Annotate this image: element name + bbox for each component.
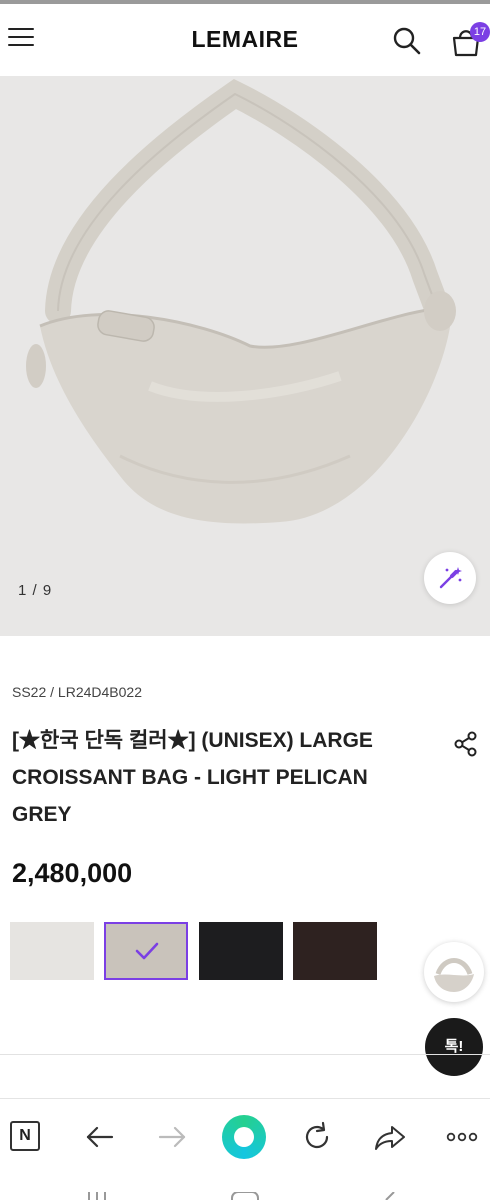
green-home-button[interactable] bbox=[222, 1115, 266, 1159]
system-navigation-bar bbox=[0, 1174, 490, 1200]
color-swatch-1[interactable] bbox=[10, 922, 94, 980]
share-arrow-icon[interactable] bbox=[372, 1119, 408, 1155]
search-icon[interactable] bbox=[392, 26, 422, 56]
color-swatch-4[interactable] bbox=[293, 922, 377, 980]
refresh-icon[interactable] bbox=[299, 1119, 335, 1155]
image-counter: 1 / 9 bbox=[18, 582, 53, 599]
magic-wand-icon bbox=[439, 567, 462, 589]
naver-n-button[interactable]: N bbox=[10, 1121, 40, 1151]
recent-apps-icon[interactable] bbox=[86, 1192, 108, 1200]
color-swatch-3[interactable] bbox=[199, 922, 283, 980]
product-image[interactable] bbox=[0, 76, 490, 636]
product-price: 2,480,000 bbox=[12, 858, 133, 888]
magic-wand-button[interactable] bbox=[424, 552, 476, 604]
back-nav-icon[interactable] bbox=[380, 1192, 400, 1200]
talk-chat-button[interactable]: 톡! bbox=[425, 1018, 483, 1076]
cart-count-badge: 17 bbox=[470, 22, 490, 42]
back-arrow-icon[interactable] bbox=[82, 1119, 118, 1155]
more-options-icon[interactable] bbox=[444, 1119, 480, 1155]
header: LEMAIRE bbox=[0, 4, 490, 76]
forward-arrow-icon[interactable] bbox=[154, 1119, 190, 1155]
floating-product-thumbnail[interactable] bbox=[424, 942, 484, 1002]
share-icon[interactable] bbox=[452, 730, 480, 758]
season-product-code: SS22 / LR24D4B022 bbox=[12, 684, 142, 700]
color-swatch-2-selected[interactable] bbox=[104, 922, 188, 980]
browser-bottom-bar: N bbox=[0, 1098, 490, 1174]
product-title: [★한국 단독 컬러★] (UNISEX) LARGE CROISSANT BA… bbox=[12, 729, 373, 826]
divider bbox=[0, 1054, 490, 1055]
home-nav-icon[interactable] bbox=[230, 1192, 260, 1200]
check-icon bbox=[135, 942, 159, 960]
